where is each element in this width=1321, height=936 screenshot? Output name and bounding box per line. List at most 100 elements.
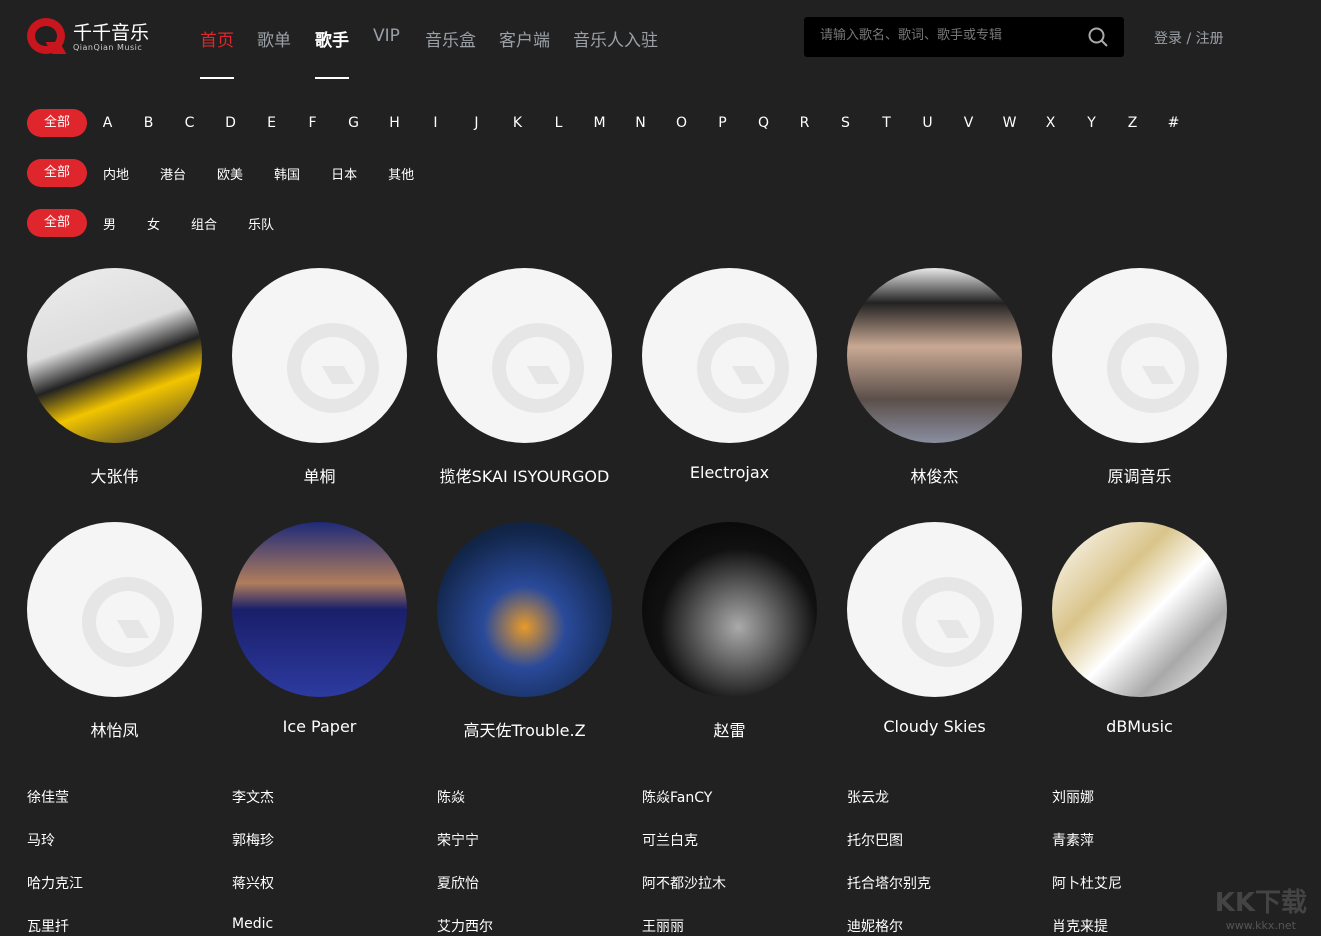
artist-name[interactable]: 原调音乐 [1052,463,1227,487]
letter-filter-option[interactable]: Z [1112,115,1153,131]
letter-filter-option[interactable]: X [1030,115,1071,131]
letter-filter-option[interactable]: B [128,115,169,131]
artist-name[interactable]: 林怡凤 [27,717,202,741]
artist-link[interactable]: 肖克来提 [1052,916,1108,936]
artist-name[interactable]: 揽佬SKAI ISYOURGOD [437,463,612,487]
artist-avatar[interactable] [847,268,1022,443]
letter-filter-option[interactable]: C [169,115,210,131]
artist-name[interactable]: 单桐 [232,463,407,487]
letter-filter-option[interactable]: R [784,115,825,131]
artist-link[interactable]: 马玲 [27,830,55,850]
nav-musician-join[interactable]: 音乐人入驻 [573,26,658,79]
artist-card[interactable]: dBMusic [1052,522,1227,736]
letter-filter-option[interactable]: H [374,115,415,131]
artist-card[interactable]: 高天佐Trouble.Z [437,522,612,741]
artist-link[interactable]: 青素萍 [1052,830,1094,850]
gender-filter-option[interactable]: 女 [147,214,160,233]
artist-name[interactable]: 林俊杰 [847,463,1022,487]
letter-filter-option[interactable]: T [866,115,907,131]
gender-filter-option[interactable]: 男 [103,214,116,233]
letter-filter-option[interactable]: J [456,115,497,131]
artist-card[interactable]: 大张伟 [27,268,202,487]
artist-link[interactable]: 刘丽娜 [1052,787,1094,807]
region-filter-option[interactable]: 日本 [331,164,357,183]
artist-link[interactable]: 郭梅珍 [232,830,274,850]
letter-filter-option[interactable]: M [579,115,620,131]
logo[interactable]: 千千音乐 QianQian Music [27,18,149,56]
artist-link[interactable]: 夏欣怡 [437,873,479,893]
artist-avatar[interactable] [27,268,202,443]
letter-filter-option[interactable]: K [497,115,538,131]
artist-link[interactable]: 张云龙 [847,787,889,807]
login-register-link[interactable]: 登录 / 注册 [1154,28,1224,48]
region-filter-option[interactable]: 韩国 [274,164,300,183]
avatar-placeholder-icon[interactable] [642,268,817,443]
artist-card[interactable]: 林怡凤 [27,522,202,741]
artist-link[interactable]: 哈力克江 [27,873,83,893]
nav-home[interactable]: 首页 [200,26,234,79]
artist-link[interactable]: 李文杰 [232,787,274,807]
artist-card[interactable]: 揽佬SKAI ISYOURGOD [437,268,612,487]
artist-avatar[interactable] [232,522,407,697]
artist-link[interactable]: Medic [232,916,273,932]
artist-link[interactable]: 迪妮格尔 [847,916,903,936]
artist-link[interactable]: 蒋兴权 [232,873,274,893]
avatar-placeholder-icon[interactable] [27,522,202,697]
artist-link[interactable]: 陈焱FanCY [642,787,712,807]
avatar-placeholder-icon[interactable] [232,268,407,443]
nav-music-box[interactable]: 音乐盒 [425,26,476,79]
artist-link[interactable]: 艾力西尔 [437,916,493,936]
avatar-placeholder-icon[interactable] [847,522,1022,697]
artist-card[interactable]: 林俊杰 [847,268,1022,487]
artist-card[interactable]: 赵雷 [642,522,817,741]
letter-filter-option[interactable]: A [87,115,128,131]
artist-name[interactable]: dBMusic [1052,717,1227,736]
artist-name[interactable]: Ice Paper [232,717,407,736]
artist-link[interactable]: 托尔巴图 [847,830,903,850]
region-filter-option[interactable]: 全部 [27,159,87,187]
search-input[interactable] [820,28,1070,43]
letter-filter-option[interactable]: N [620,115,661,131]
artist-card[interactable]: Ice Paper [232,522,407,736]
artist-card[interactable]: Cloudy Skies [847,522,1022,736]
letter-filter-option[interactable]: O [661,115,702,131]
letter-filter-option[interactable]: D [210,115,251,131]
letter-filter-option[interactable]: G [333,115,374,131]
artist-link[interactable]: 徐佳莹 [27,787,69,807]
artist-card[interactable]: 单桐 [232,268,407,487]
letter-filter-option[interactable]: S [825,115,866,131]
letter-filter-option[interactable]: W [989,115,1030,131]
artist-link[interactable]: 陈焱 [437,787,465,807]
avatar-placeholder-icon[interactable] [1052,268,1227,443]
letter-filter-option[interactable]: L [538,115,579,131]
gender-filter-option[interactable]: 乐队 [248,214,274,233]
letter-filter-option[interactable]: U [907,115,948,131]
artist-name[interactable]: 高天佐Trouble.Z [437,717,612,741]
region-filter-option[interactable]: 欧美 [217,164,243,183]
artist-card[interactable]: 原调音乐 [1052,268,1227,487]
nav-playlists[interactable]: 歌单 [257,26,291,79]
artist-name[interactable]: Electrojax [642,463,817,482]
letter-filter-option[interactable]: 全部 [27,109,87,137]
letter-filter-option[interactable]: # [1153,115,1194,131]
gender-filter-option[interactable]: 组合 [191,214,217,233]
artist-avatar[interactable] [642,522,817,697]
search-icon[interactable] [1088,27,1108,47]
letter-filter-option[interactable]: V [948,115,989,131]
artist-avatar[interactable] [437,522,612,697]
region-filter-option[interactable]: 其他 [388,164,414,183]
artist-name[interactable]: 大张伟 [27,463,202,487]
artist-name[interactable]: 赵雷 [642,717,817,741]
nav-artists[interactable]: 歌手 [315,26,349,79]
gender-filter-option[interactable]: 全部 [27,209,87,237]
artist-link[interactable]: 荣宁宁 [437,830,479,850]
artist-name[interactable]: Cloudy Skies [847,717,1022,736]
artist-link[interactable]: 王丽丽 [642,916,684,936]
nav-client[interactable]: 客户端 [499,26,550,79]
letter-filter-option[interactable]: Q [743,115,784,131]
artist-link[interactable]: 托合塔尔别克 [847,873,931,893]
letter-filter-option[interactable]: P [702,115,743,131]
letter-filter-option[interactable]: Y [1071,115,1112,131]
artist-link[interactable]: 阿不都沙拉木 [642,873,726,893]
avatar-placeholder-icon[interactable] [437,268,612,443]
